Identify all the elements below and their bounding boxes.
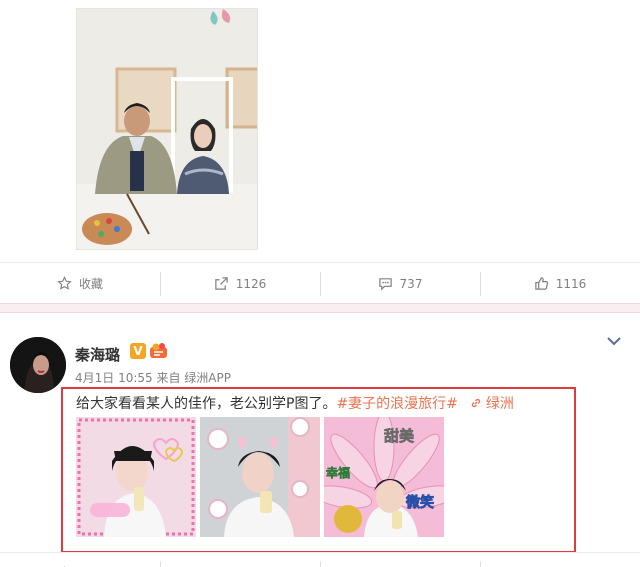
link-icon xyxy=(471,398,481,408)
weibo-feed: 收藏 1126 737 1116 秦海璐 V 4月1日 10:55 来自 绿洲A… xyxy=(0,0,640,567)
like-button[interactable] xyxy=(480,553,640,567)
thumbnail-image-1 xyxy=(76,417,196,537)
post-action-bar: 收藏 1126 737 1116 xyxy=(0,262,640,304)
thumbnail-image-3: 甜美 幸福 微笑 xyxy=(324,417,444,537)
caption-happiness: 幸福 xyxy=(326,465,350,480)
couple-portrait-image xyxy=(77,9,257,249)
comment-count: 737 xyxy=(399,276,423,291)
post-thumbnail[interactable] xyxy=(76,417,196,537)
caption-sweet: 甜美 xyxy=(384,427,415,445)
repost-button[interactable] xyxy=(160,553,320,567)
location-link[interactable]: 绿洲 xyxy=(470,396,514,412)
thumbnail-image-2 xyxy=(200,417,320,537)
location-label: 绿洲 xyxy=(485,396,514,412)
star-icon xyxy=(57,276,72,290)
repost-count: 1126 xyxy=(235,276,267,291)
favorite-button[interactable]: 收藏 xyxy=(0,263,160,304)
like-count: 1116 xyxy=(555,276,587,291)
comment-icon xyxy=(378,278,392,291)
hashtag-link[interactable]: #妻子的浪漫旅行# xyxy=(336,396,457,412)
post-text: 给大家看看某人的佳作，老公别学P图了。#妻子的浪漫旅行# 绿洲 xyxy=(76,393,514,413)
repost-icon xyxy=(214,277,228,290)
chevron-down-icon[interactable] xyxy=(606,334,622,348)
username[interactable]: 秦海璐 xyxy=(75,344,120,365)
caption-smile: 微笑 xyxy=(405,494,434,511)
post-text-body: 给大家看看某人的佳作，老公别学P图了。 xyxy=(76,396,337,412)
feed-divider xyxy=(0,303,640,313)
avatar-image xyxy=(10,337,66,393)
post-thumbnail[interactable] xyxy=(200,417,320,537)
comment-button[interactable] xyxy=(320,553,480,567)
favorite-button[interactable]: 收藏 xyxy=(0,553,160,567)
repost-button[interactable]: 1126 xyxy=(160,263,320,304)
post-photo[interactable] xyxy=(76,8,258,250)
vip-badge-icon[interactable] xyxy=(149,342,168,360)
verified-badge: V xyxy=(130,343,146,359)
post-action-bar: 收藏 xyxy=(0,552,640,567)
post-meta[interactable]: 4月1日 10:55 来自 绿洲APP xyxy=(75,369,231,386)
favorite-label: 收藏 xyxy=(78,277,103,291)
comment-button[interactable]: 737 xyxy=(320,263,480,304)
like-button[interactable]: 1116 xyxy=(480,263,640,304)
avatar[interactable] xyxy=(10,337,66,393)
thumbs-up-icon xyxy=(534,277,548,290)
post-thumbnail[interactable]: 甜美 幸福 微笑 xyxy=(324,417,444,537)
